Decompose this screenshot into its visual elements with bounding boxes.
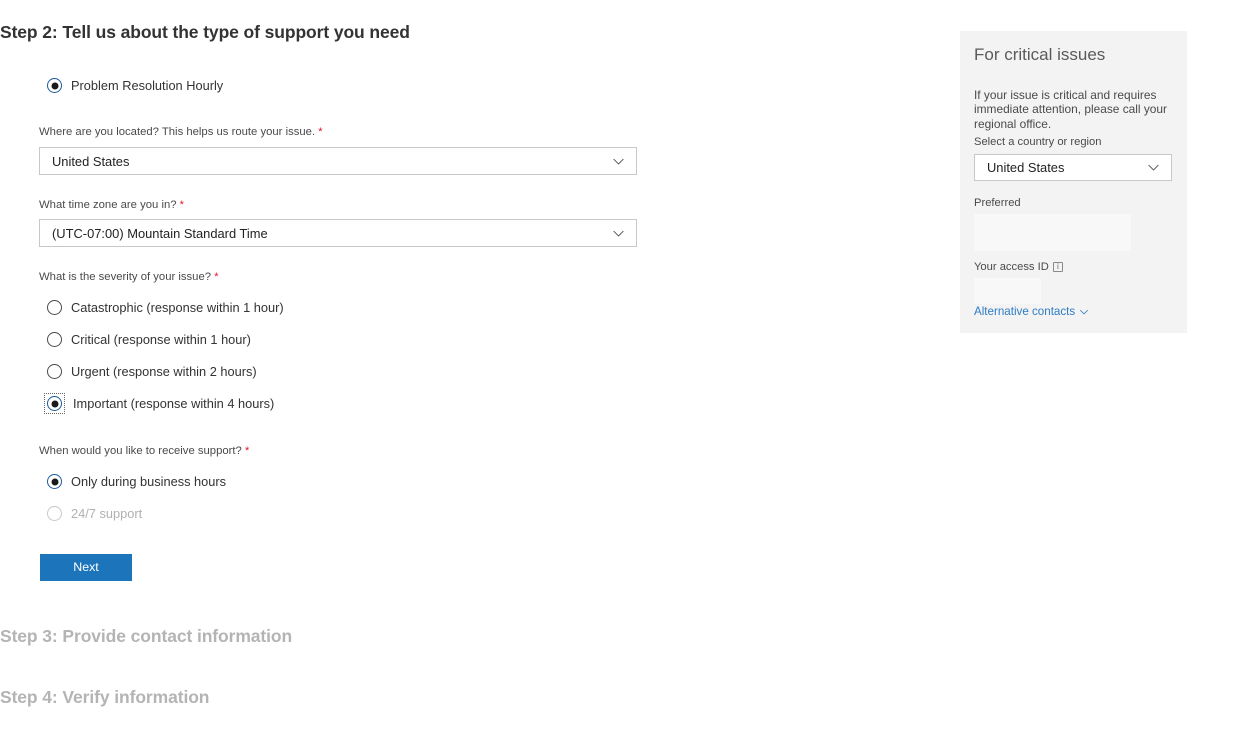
severity-label: What is the severity of your issue? * — [39, 271, 218, 283]
radio-severity-important[interactable]: Important (response within 4 hours) — [45, 394, 274, 413]
timezone-label-text: What time zone are you in? — [39, 199, 177, 211]
panel-preferred-value — [974, 214, 1131, 251]
radio-label: Problem Resolution Hourly — [71, 78, 223, 93]
step4-title: Step 4: Verify information — [0, 687, 209, 708]
timezone-label: What time zone are you in? * — [39, 199, 184, 211]
focus-ring — [45, 394, 64, 413]
panel-access-id-label-text: Your access ID — [974, 261, 1049, 273]
radio-indicator — [47, 506, 62, 521]
critical-issues-panel: For critical issues If your issue is cri… — [960, 31, 1187, 333]
page-title: Step 2: Tell us about the type of suppor… — [0, 22, 410, 43]
radio-label: 24/7 support — [71, 506, 142, 521]
radio-severity-critical[interactable]: Critical (response within 1 hour) — [47, 332, 251, 347]
panel-access-id-value — [974, 278, 1041, 304]
panel-preferred-label: Preferred — [974, 197, 1021, 209]
radio-label: Only during business hours — [71, 474, 226, 489]
panel-country-value: United States — [987, 160, 1064, 175]
required-asterisk: * — [180, 199, 184, 211]
panel-body: If your issue is critical and requires i… — [974, 88, 1172, 132]
alternative-contacts-link[interactable]: Alternative contacts — [974, 305, 1089, 318]
panel-country-label: Select a country or region — [974, 136, 1101, 148]
location-dropdown[interactable]: United States — [39, 147, 637, 175]
radio-indicator — [47, 332, 62, 347]
radio-label: Catastrophic (response within 1 hour) — [71, 300, 284, 315]
radio-severity-urgent[interactable]: Urgent (response within 2 hours) — [47, 364, 257, 379]
panel-access-id-label: Your access ID i — [974, 261, 1063, 273]
timezone-dropdown[interactable]: (UTC-07:00) Mountain Standard Time — [39, 219, 637, 247]
radio-indicator — [47, 396, 62, 411]
chevron-down-icon — [1079, 307, 1089, 317]
chevron-down-icon — [612, 155, 625, 168]
panel-title: For critical issues — [974, 45, 1105, 65]
panel-country-dropdown[interactable]: United States — [974, 154, 1172, 181]
radio-label: Important (response within 4 hours) — [73, 396, 274, 411]
radio-hours-247: 24/7 support — [47, 506, 142, 521]
next-button[interactable]: Next — [40, 554, 132, 581]
radio-indicator — [47, 364, 62, 379]
radio-indicator — [47, 474, 62, 489]
location-label: Where are you located? This helps us rou… — [39, 126, 323, 138]
info-icon[interactable]: i — [1053, 262, 1063, 272]
location-label-text: Where are you located? This helps us rou… — [39, 126, 315, 138]
step3-title: Step 3: Provide contact information — [0, 626, 292, 647]
radio-support-plan[interactable]: Problem Resolution Hourly — [47, 78, 223, 93]
radio-label: Urgent (response within 2 hours) — [71, 364, 257, 379]
radio-hours-business[interactable]: Only during business hours — [47, 474, 226, 489]
required-asterisk: * — [245, 445, 249, 457]
location-value: United States — [52, 154, 129, 169]
support-hours-label-text: When would you like to receive support? — [39, 445, 242, 457]
radio-indicator — [47, 78, 62, 93]
radio-label: Critical (response within 1 hour) — [71, 332, 251, 347]
radio-severity-catastrophic[interactable]: Catastrophic (response within 1 hour) — [47, 300, 284, 315]
support-hours-label: When would you like to receive support? … — [39, 445, 249, 457]
chevron-down-icon — [612, 227, 625, 240]
chevron-down-icon — [1147, 161, 1160, 174]
radio-indicator — [47, 300, 62, 315]
severity-label-text: What is the severity of your issue? — [39, 271, 211, 283]
required-asterisk: * — [214, 271, 218, 283]
alternative-contacts-label: Alternative contacts — [974, 305, 1075, 318]
timezone-value: (UTC-07:00) Mountain Standard Time — [52, 226, 268, 241]
required-asterisk: * — [318, 126, 322, 138]
